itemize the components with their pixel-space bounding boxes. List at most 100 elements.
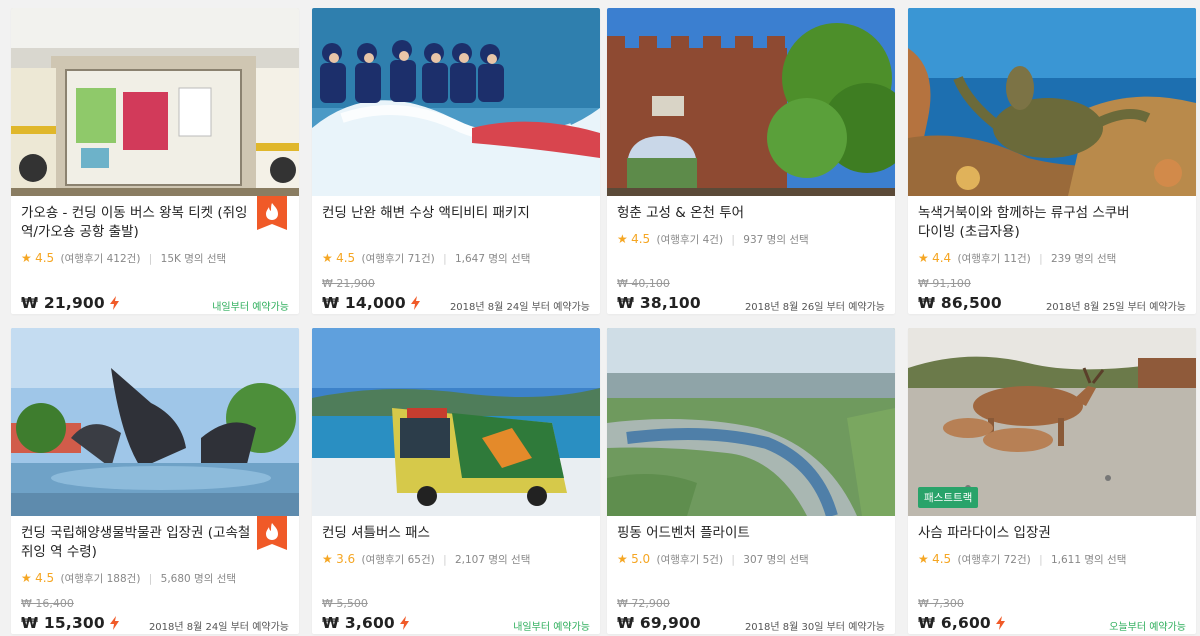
price-row: ₩ 69,900 (617, 613, 701, 633)
price-row: ₩ 14,000 (322, 293, 420, 313)
product-image-old-town-gate[interactable] (607, 8, 895, 196)
rating-row: ★ 4.5 (여행후기 188건) | 5,680 명의 선택 (21, 571, 236, 586)
original-price: ₩ 21,900 (322, 277, 375, 290)
product-title[interactable]: 헝춘 고성 & 온천 투어 (617, 204, 853, 223)
product-card[interactable]: 핑동 어드벤처 플라이트 ★ 5.0 (여행후기 5건) | 307 명의 선택… (607, 328, 895, 634)
product-info: 가오숑 - 컨딩 이동 버스 왕복 티켓 (쥐잉 역/가오숑 공항 출발) ★ … (11, 196, 299, 314)
product-info: 컨딩 난완 해변 수상 액티비티 패키지 ★ 4.5 (여행후기 71건) | … (312, 196, 600, 314)
product-info: 녹색거북이와 함께하는 류구섬 스쿠버 다이빙 (초급자용) ★ 4.4 (여행… (908, 196, 1196, 314)
product-title[interactable]: 가오숑 - 컨딩 이동 버스 왕복 티켓 (쥐잉 역/가오숑 공항 출발) (21, 204, 257, 242)
rating-score: 3.6 (336, 552, 356, 566)
booked-count: 937 명의 선택 (743, 234, 809, 246)
original-price: ₩ 72,900 (617, 597, 670, 610)
review-count: (여행후기 72건) (957, 554, 1031, 566)
product-price: ₩ 3,600 (322, 614, 395, 632)
product-price: ₩ 69,900 (617, 614, 701, 632)
original-price: ₩ 7,300 (918, 597, 964, 610)
price-row: ₩ 38,100 (617, 293, 701, 313)
product-info: 컨딩 셔틀버스 패스 ★ 3.6 (여행후기 65건) | 2,107 명의 선… (312, 516, 600, 634)
product-card[interactable]: 컨딩 난완 해변 수상 액티비티 패키지 ★ 4.5 (여행후기 71건) | … (312, 8, 600, 314)
product-image-aerial-river[interactable] (607, 328, 895, 516)
rating-score: 4.4 (932, 251, 952, 265)
star-icon: ★ (322, 552, 333, 566)
rating-score: 4.5 (35, 571, 55, 585)
availability-text: 2018년 8월 26일 부터 예약가능 (744, 302, 885, 313)
product-card[interactable]: 패스트트랙 사슴 파라다이스 입장권 ★ 4.5 (여행후기 72건) | 1,… (908, 328, 1196, 634)
product-card[interactable]: 컨딩 국립해양생물박물관 입장권 (고속철 쥐잉 역 수령) ★ 4.5 (여행… (11, 328, 299, 634)
product-info: 사슴 파라다이스 입장권 ★ 4.5 (여행후기 72건) | 1,611 명의… (908, 516, 1196, 634)
rating-row: ★ 4.5 (여행후기 71건) | 1,647 명의 선택 (322, 251, 530, 266)
product-title[interactable]: 컨딩 셔틀버스 패스 (322, 524, 558, 543)
product-info: 핑동 어드벤처 플라이트 ★ 5.0 (여행후기 5건) | 307 명의 선택… (607, 516, 895, 634)
booked-count: 307 명의 선택 (743, 554, 809, 566)
product-card[interactable]: 가오숑 - 컨딩 이동 버스 왕복 티켓 (쥐잉 역/가오숑 공항 출발) ★ … (11, 8, 299, 314)
availability-text: 오늘부터 예약가능 (1109, 622, 1186, 633)
rating-score: 4.5 (336, 251, 356, 265)
lightning-bolt-icon (410, 296, 420, 310)
product-image-deer-park[interactable]: 패스트트랙 (908, 328, 1196, 516)
original-price: ₩ 5,500 (322, 597, 368, 610)
review-count: (여행후기 71건) (361, 253, 435, 265)
rating-row: ★ 4.4 (여행후기 11건) | 239 명의 선택 (918, 251, 1116, 266)
product-price: ₩ 38,100 (617, 294, 701, 312)
rating-score: 4.5 (932, 552, 952, 566)
price-row: ₩ 21,900 (21, 293, 119, 313)
booked-count: 2,107 명의 선택 (454, 554, 531, 566)
review-count: (여행후기 412건) (60, 253, 141, 265)
availability-text: 내일부터 예약가능 (212, 302, 289, 313)
rating-row: ★ 4.5 (여행후기 412건) | 15K 명의 선택 (21, 251, 226, 266)
product-price: ₩ 14,000 (322, 294, 406, 312)
fire-icon (257, 196, 287, 230)
fire-icon (257, 516, 287, 550)
product-card[interactable]: 컨딩 셔틀버스 패스 ★ 3.6 (여행후기 65건) | 2,107 명의 선… (312, 328, 600, 634)
product-title[interactable]: 컨딩 난완 해변 수상 액티비티 패키지 (322, 204, 558, 223)
product-grid: 가오숑 - 컨딩 이동 버스 왕복 티켓 (쥐잉 역/가오숑 공항 출발) ★ … (0, 0, 1200, 636)
divider: | (148, 573, 153, 585)
price-row: ₩ 15,300 (21, 613, 119, 633)
product-card[interactable]: 녹색거북이와 함께하는 류구섬 스쿠버 다이빙 (초급자용) ★ 4.4 (여행… (908, 8, 1196, 314)
rating-row: ★ 4.5 (여행후기 4건) | 937 명의 선택 (617, 232, 809, 247)
booked-count: 1,647 명의 선택 (454, 253, 531, 265)
product-image-whale-sculpture[interactable] (11, 328, 299, 516)
product-title[interactable]: 컨딩 국립해양생물박물관 입장권 (고속철 쥐잉 역 수령) (21, 524, 257, 562)
divider: | (148, 253, 153, 265)
product-info: 헝춘 고성 & 온천 투어 ★ 4.5 (여행후기 4건) | 937 명의 선… (607, 196, 895, 314)
product-image-water-activity[interactable] (312, 8, 600, 196)
booked-count: 5,680 명의 선택 (160, 573, 237, 585)
product-title[interactable]: 녹색거북이와 함께하는 류구섬 스쿠버 다이빙 (초급자용) (918, 204, 1154, 242)
fast-track-badge: 패스트트랙 (918, 487, 979, 508)
divider: | (731, 554, 735, 566)
product-image-sea-turtle[interactable] (908, 8, 1196, 196)
product-price: ₩ 15,300 (21, 614, 105, 632)
star-icon: ★ (918, 552, 929, 566)
lightning-bolt-icon (995, 616, 1005, 630)
review-count: (여행후기 65건) (361, 554, 435, 566)
divider: | (443, 554, 447, 566)
availability-text: 2018년 8월 24일 부터 예약가능 (449, 302, 590, 313)
star-icon: ★ (21, 251, 32, 265)
original-price: ₩ 40,100 (617, 277, 670, 290)
product-title[interactable]: 사슴 파라다이스 입장권 (918, 524, 1154, 543)
product-image-shuttle-bus[interactable] (312, 328, 600, 516)
availability-text: 2018년 8월 30일 부터 예약가능 (744, 622, 885, 633)
rating-score: 5.0 (631, 552, 651, 566)
star-icon: ★ (617, 552, 628, 566)
rating-row: ★ 5.0 (여행후기 5건) | 307 명의 선택 (617, 552, 809, 567)
product-price: ₩ 21,900 (21, 294, 105, 312)
review-count: (여행후기 4건) (656, 234, 724, 246)
availability-text: 2018년 8월 25일 부터 예약가능 (1045, 302, 1186, 313)
divider: | (443, 253, 447, 265)
price-row: ₩ 86,500 (918, 293, 1002, 313)
booked-count: 239 명의 선택 (1050, 253, 1117, 265)
product-card[interactable]: 헝춘 고성 & 온천 투어 ★ 4.5 (여행후기 4건) | 937 명의 선… (607, 8, 895, 314)
divider: | (731, 234, 735, 246)
availability-text: 내일부터 예약가능 (513, 622, 590, 633)
rating-score: 4.5 (35, 251, 55, 265)
star-icon: ★ (918, 251, 929, 265)
review-count: (여행후기 188건) (60, 573, 141, 585)
product-price: ₩ 6,600 (918, 614, 991, 632)
product-image-bus-station[interactable] (11, 8, 299, 196)
review-count: (여행후기 11건) (957, 253, 1031, 265)
rating-row: ★ 3.6 (여행후기 65건) | 2,107 명의 선택 (322, 552, 530, 567)
product-title[interactable]: 핑동 어드벤처 플라이트 (617, 524, 853, 543)
